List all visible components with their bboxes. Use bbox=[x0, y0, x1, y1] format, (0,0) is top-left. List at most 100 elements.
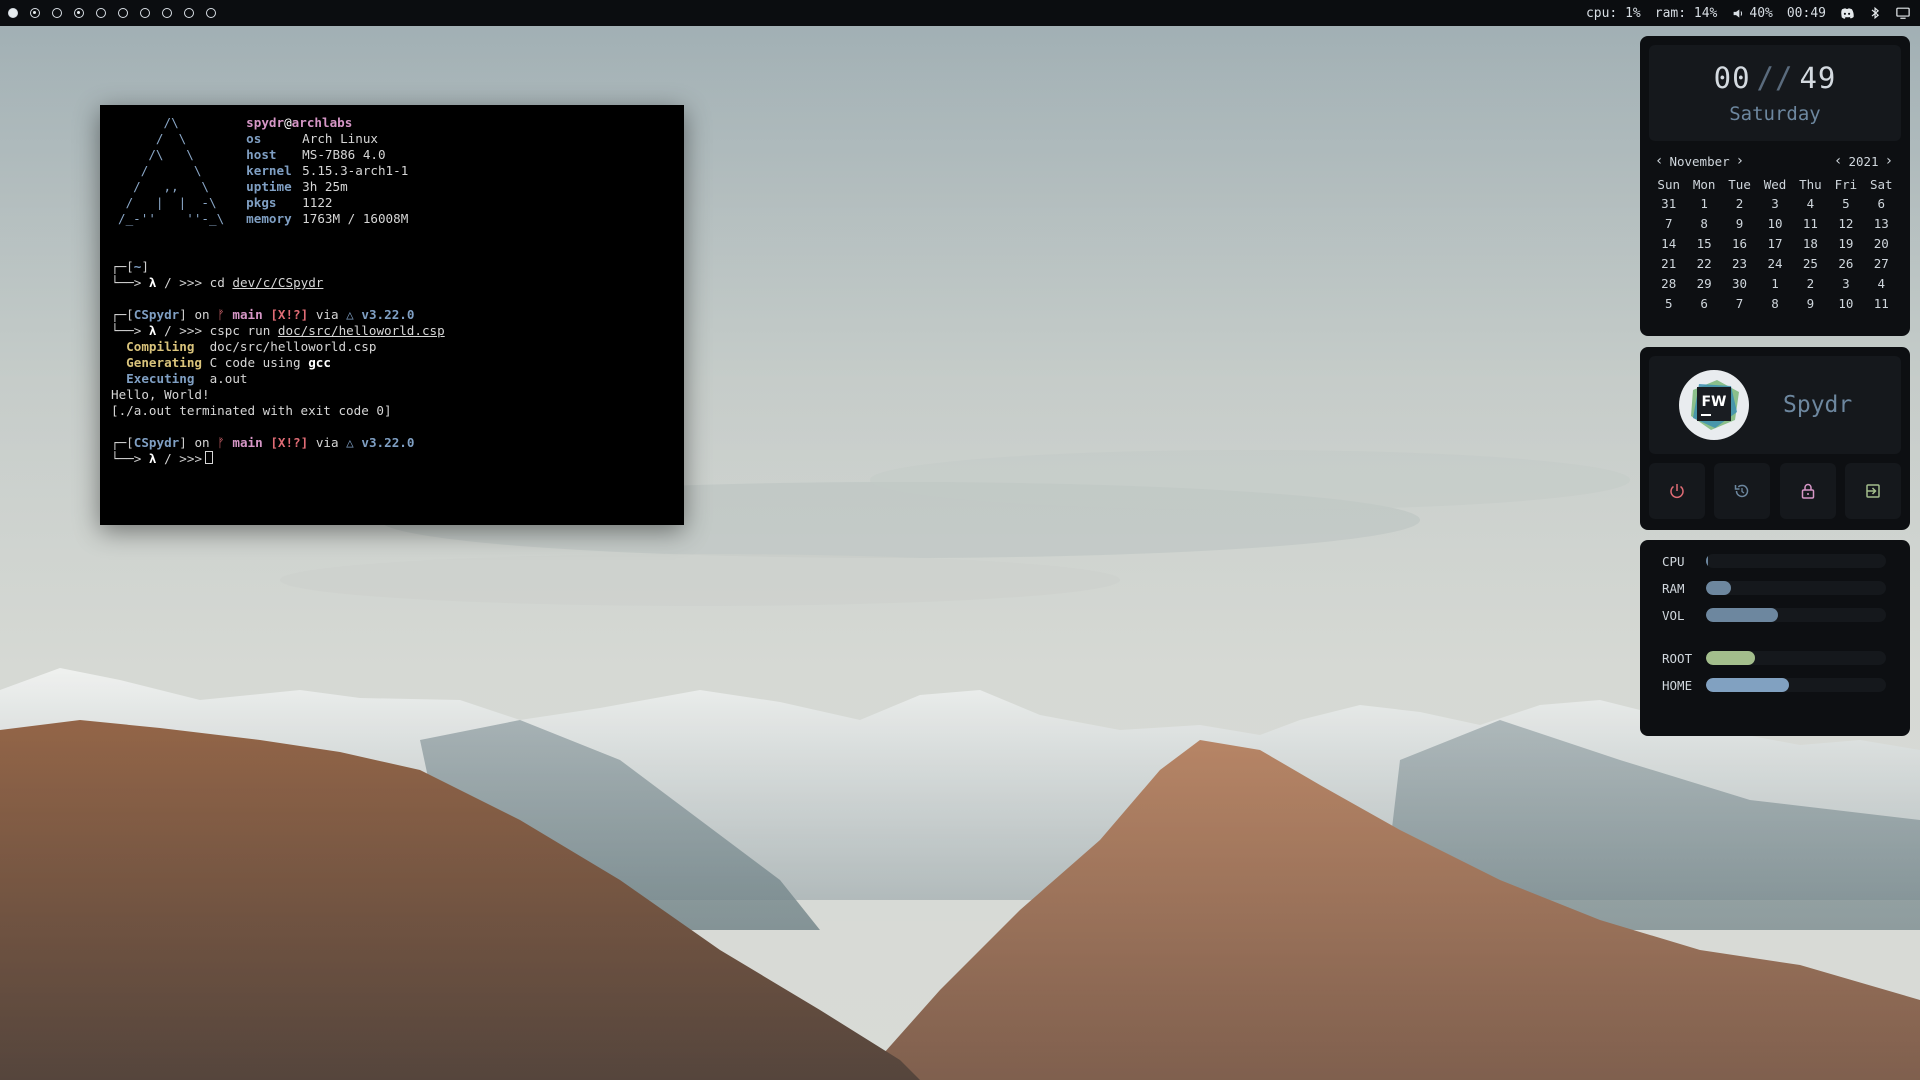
calendar-day[interactable]: 12 bbox=[1828, 215, 1863, 232]
workspace-9-indicator[interactable] bbox=[184, 8, 194, 18]
terminal-cursor[interactable] bbox=[205, 451, 214, 464]
calendar-day[interactable]: 17 bbox=[1757, 235, 1792, 252]
triangle-icon: △ bbox=[346, 435, 354, 450]
calendar-day[interactable]: 26 bbox=[1828, 255, 1863, 272]
calendar-day[interactable]: 10 bbox=[1828, 295, 1863, 312]
calendar-day[interactable]: 14 bbox=[1651, 235, 1686, 252]
fetch-key: kernel bbox=[246, 163, 292, 178]
bluetooth-icon[interactable] bbox=[1868, 6, 1882, 20]
calendar-day[interactable]: 18 bbox=[1793, 235, 1828, 252]
calendar-day[interactable]: 20 bbox=[1864, 235, 1899, 252]
calendar-day[interactable]: 28 bbox=[1651, 275, 1686, 292]
calendar-day[interactable]: 4 bbox=[1793, 195, 1828, 212]
calendar-day[interactable]: 9 bbox=[1793, 295, 1828, 312]
fetch-user: spydr bbox=[246, 115, 285, 130]
terminal-window[interactable]: /\ / \ /\ \ / \ / ,, \ / | | -\ /_-'' ''… bbox=[100, 105, 684, 525]
workspace-4-indicator[interactable] bbox=[74, 8, 84, 18]
stat-home-bar bbox=[1706, 678, 1886, 692]
fetch-value: 1122 bbox=[302, 195, 333, 210]
logout-button[interactable] bbox=[1844, 463, 1901, 519]
lock-button[interactable] bbox=[1779, 463, 1836, 519]
calendar-day[interactable]: 24 bbox=[1757, 255, 1792, 272]
calendar-day[interactable]: 31 bbox=[1651, 195, 1686, 212]
calendar-day[interactable]: 8 bbox=[1686, 215, 1721, 232]
calendar-day[interactable]: 3 bbox=[1757, 195, 1792, 212]
year-nav: ‹ 2021 › bbox=[1834, 153, 1893, 169]
next-year-chevron-icon[interactable]: › bbox=[1885, 153, 1893, 169]
git-status: [X!?] bbox=[270, 307, 309, 322]
lambda-symbol: λ bbox=[148, 451, 157, 466]
calendar-day[interactable]: 11 bbox=[1864, 295, 1899, 312]
command-output: Compiling doc/src/helloworld.csp Generat… bbox=[111, 339, 673, 419]
workspace-6-indicator[interactable] bbox=[118, 8, 128, 18]
prompt-slash: / bbox=[164, 451, 172, 466]
calendar-day[interactable]: 7 bbox=[1651, 215, 1686, 232]
calendar-day[interactable]: 30 bbox=[1722, 275, 1757, 292]
calendar-day[interactable]: 6 bbox=[1686, 295, 1721, 312]
compiling-label: Compiling bbox=[126, 339, 195, 354]
version-text: v3.22.0 bbox=[361, 307, 415, 322]
workspace-2-indicator[interactable] bbox=[30, 8, 40, 18]
calendar-day[interactable]: 5 bbox=[1651, 295, 1686, 312]
restart-button[interactable] bbox=[1714, 463, 1771, 519]
logout-icon bbox=[1866, 484, 1880, 498]
stat-label: CPU bbox=[1662, 553, 1685, 569]
calendar-day[interactable]: 27 bbox=[1864, 255, 1899, 272]
calendar-day[interactable]: 21 bbox=[1651, 255, 1686, 272]
calendar-day[interactable]: 9 bbox=[1722, 215, 1757, 232]
calendar-day[interactable]: 4 bbox=[1864, 275, 1899, 292]
workspace-10-indicator[interactable] bbox=[206, 8, 216, 18]
prev-year-chevron-icon[interactable]: ‹ bbox=[1834, 153, 1842, 169]
workspace-7-indicator[interactable] bbox=[140, 8, 150, 18]
stats-list: CPU RAM VOL ROOT HOME bbox=[1662, 552, 1886, 694]
lambda-symbol: λ bbox=[148, 323, 157, 338]
calendar-month: November bbox=[1669, 153, 1730, 169]
calendar-day[interactable]: 29 bbox=[1686, 275, 1721, 292]
prompt-block-1: ┌─[~] └──> λ / >>> cd dev/c/CSpydr bbox=[111, 259, 324, 290]
next-month-chevron-icon[interactable]: › bbox=[1736, 153, 1744, 169]
volume-indicator[interactable]: 40% bbox=[1731, 6, 1773, 21]
command-text: cspc run bbox=[209, 323, 271, 338]
weekday-header: Mon bbox=[1692, 177, 1716, 192]
calendar-day[interactable]: 2 bbox=[1793, 275, 1828, 292]
calendar-day[interactable]: 7 bbox=[1722, 295, 1757, 312]
weekday-header: Tue bbox=[1728, 177, 1751, 192]
monitor-icon[interactable] bbox=[1896, 6, 1910, 20]
calendar-day[interactable]: 1 bbox=[1757, 275, 1792, 292]
prev-month-chevron-icon[interactable]: ‹ bbox=[1655, 153, 1663, 169]
calendar-day[interactable]: 1 bbox=[1686, 195, 1721, 212]
calendar-day[interactable]: 3 bbox=[1828, 275, 1863, 292]
fetch-info: spydr @ archlabs os Arch Linux host MS-7B86 4… bbox=[246, 115, 408, 227]
discord-icon[interactable] bbox=[1840, 6, 1854, 20]
power-button[interactable] bbox=[1649, 463, 1705, 519]
calendar-day[interactable]: 13 bbox=[1864, 215, 1899, 232]
calendar-day[interactable]: 10 bbox=[1757, 215, 1792, 232]
calendar-day[interactable]: 22 bbox=[1686, 255, 1721, 272]
fetch-line: os Arch Linux bbox=[246, 131, 408, 147]
prompt-via: via bbox=[315, 307, 339, 322]
fetch-line: pkgs 1122 bbox=[246, 195, 408, 211]
workspace-switcher bbox=[0, 8, 216, 18]
calendar-day[interactable]: 19 bbox=[1828, 235, 1863, 252]
calendar-day[interactable]: 25 bbox=[1793, 255, 1828, 272]
calendar-day[interactable]: 23 bbox=[1722, 255, 1757, 272]
calendar-year: 2021 bbox=[1848, 153, 1879, 169]
calendar-day[interactable]: 8 bbox=[1757, 295, 1792, 312]
workspace-3-indicator[interactable] bbox=[52, 8, 62, 18]
generating-value: C code using bbox=[209, 355, 301, 370]
stat-cpu-fill bbox=[1706, 554, 1708, 568]
profile-card: FW Spydr bbox=[1649, 356, 1901, 454]
generating-label: Generating bbox=[126, 355, 202, 370]
calendar-day[interactable]: 6 bbox=[1864, 195, 1899, 212]
calendar-day[interactable]: 5 bbox=[1828, 195, 1863, 212]
calendar-day[interactable]: 15 bbox=[1686, 235, 1721, 252]
calendar-day[interactable]: 16 bbox=[1722, 235, 1757, 252]
workspace-1-indicator[interactable] bbox=[8, 8, 18, 18]
lambda-symbol: λ bbox=[148, 275, 157, 290]
calendar-day[interactable]: 2 bbox=[1722, 195, 1757, 212]
fetch-at: @ bbox=[284, 115, 292, 130]
workspace-8-indicator[interactable] bbox=[162, 8, 172, 18]
workspace-5-indicator[interactable] bbox=[96, 8, 106, 18]
calendar-day[interactable]: 11 bbox=[1793, 215, 1828, 232]
fetch-line: memory 1763M / 16008M bbox=[246, 211, 408, 227]
